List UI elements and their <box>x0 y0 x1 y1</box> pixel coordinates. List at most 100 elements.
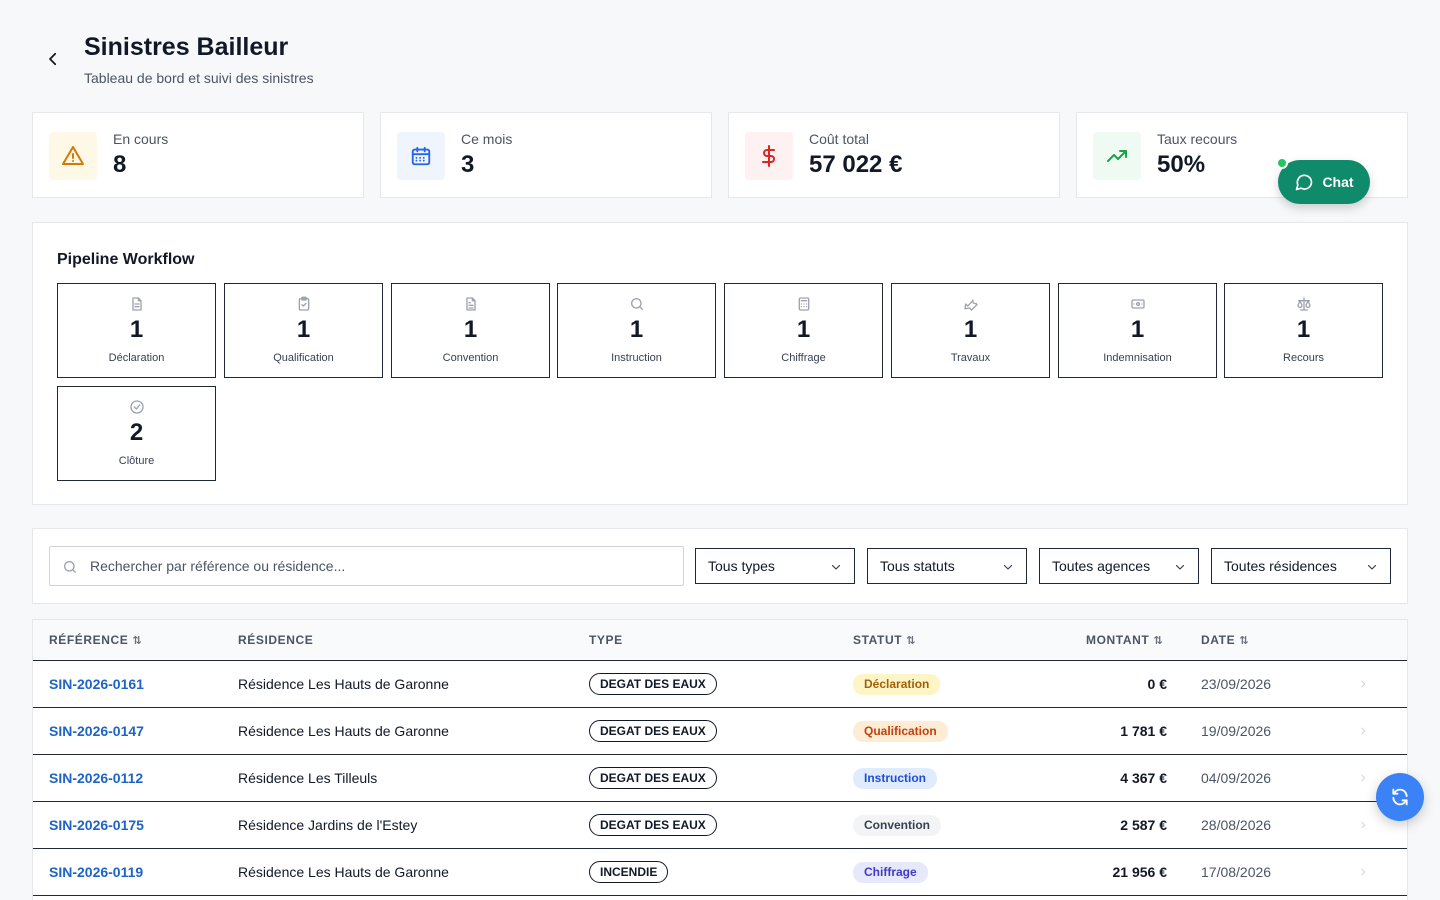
date-cell: 19/09/2026 <box>1201 723 1272 739</box>
stage-label: Convention <box>442 352 499 364</box>
amount-cell: 2 587 € <box>1120 817 1167 833</box>
type-filter-select[interactable]: Tous types <box>695 548 855 584</box>
stage-label: Qualification <box>273 352 334 364</box>
column-header-date[interactable]: DATE ⇅ <box>1201 633 1248 647</box>
stat-card-cout-total: Coût total 57 022 € <box>728 112 1060 198</box>
pipeline-stage-chiffrage[interactable]: 1 Chiffrage <box>724 283 883 378</box>
chevron-down-icon <box>1003 564 1013 570</box>
search-box <box>49 546 684 586</box>
file-text-icon <box>465 297 476 311</box>
search-icon <box>630 298 643 310</box>
check-circle-icon <box>129 400 144 414</box>
stat-label: Taux recours <box>1157 131 1238 147</box>
chevron-right-icon <box>1361 774 1366 782</box>
table-row[interactable]: SIN-2026-0119 Résidence Les Hauts de Gar… <box>33 849 1407 896</box>
residence-cell: Résidence Les Tilleuls <box>238 770 378 786</box>
pipeline-stage-indemnisation[interactable]: 1 Indemnisation <box>1058 283 1217 378</box>
residence-filter-select[interactable]: Toutes résidences <box>1211 548 1391 584</box>
stat-value: 8 <box>113 151 127 178</box>
residence-cell: Résidence Les Hauts de Garonne <box>238 864 449 880</box>
select-value: Tous types <box>708 558 775 574</box>
stage-label: Clôture <box>118 455 155 467</box>
wrench-icon <box>963 299 978 311</box>
pipeline-stage-qualification[interactable]: 1 Qualification <box>224 283 383 378</box>
table-row[interactable]: SIN-2026-0175 Résidence Jardins de l'Est… <box>33 802 1407 849</box>
search-input[interactable] <box>90 547 675 585</box>
chevron-right-icon <box>1361 868 1366 876</box>
amount-cell: 1 781 € <box>1120 723 1167 739</box>
table-row[interactable]: SIN-2026-0161 Résidence Les Hauts de Gar… <box>33 661 1407 708</box>
date-cell: 28/08/2026 <box>1201 817 1272 833</box>
banknote-icon <box>1130 299 1145 309</box>
scale-icon <box>1296 297 1311 311</box>
clipboard-check-icon <box>298 296 309 311</box>
column-header-amount[interactable]: MONTANT ⇅ <box>1086 633 1163 647</box>
amount-cell: 4 367 € <box>1120 770 1167 786</box>
stat-card-ce-mois: Ce mois 3 <box>380 112 712 198</box>
reference-link[interactable]: SIN-2026-0175 <box>49 817 144 833</box>
pipeline-title: Pipeline Workflow <box>57 251 195 268</box>
column-header-status[interactable]: STATUT ⇅ <box>853 633 915 647</box>
stage-count: 2 <box>129 419 144 446</box>
type-badge: INCENDIE <box>589 861 669 883</box>
residence-cell: Résidence Les Hauts de Garonne <box>238 676 449 692</box>
reference-link[interactable]: SIN-2026-0161 <box>49 676 144 692</box>
calculator-icon <box>798 297 809 311</box>
refresh-icon <box>1392 788 1408 806</box>
chat-button[interactable]: Chat <box>1278 160 1370 204</box>
amount-cell: 21 956 € <box>1112 864 1168 880</box>
online-indicator <box>1276 157 1288 169</box>
chevron-down-icon <box>831 564 841 570</box>
stage-count: 1 <box>963 316 978 343</box>
residence-cell: Résidence Les Hauts de Garonne <box>238 723 449 739</box>
status-badge: Convention <box>853 815 941 836</box>
select-value: Tous statuts <box>880 558 955 574</box>
stage-count: 1 <box>296 316 311 343</box>
sort-icon: ⇅ <box>1153 635 1163 647</box>
chat-label: Chat <box>1322 174 1354 190</box>
table-header: RÉFÉRENCE ⇅ RÉSIDENCE TYPE STATUT ⇅ MONTAN… <box>33 620 1407 661</box>
sort-icon: ⇅ <box>906 635 916 647</box>
table-row[interactable]: SIN-2026-0147 Résidence Les Hauts de Gar… <box>33 708 1407 755</box>
calendar-icon <box>397 132 445 180</box>
stage-label: Travaux <box>950 352 991 364</box>
claims-table: RÉFÉRENCE ⇅ RÉSIDENCE TYPE STATUT ⇅ MONTAN… <box>32 619 1408 900</box>
stage-label: Déclaration <box>108 352 165 364</box>
stage-count: 1 <box>1130 316 1145 343</box>
back-arrow-icon[interactable] <box>44 50 62 68</box>
stage-count: 1 <box>1296 316 1311 343</box>
status-filter-select[interactable]: Tous statuts <box>867 548 1027 584</box>
pipeline-stage-declaration[interactable]: 1 Déclaration <box>57 283 216 378</box>
chevron-right-icon <box>1361 680 1366 688</box>
pipeline-stage-recours[interactable]: 1 Recours <box>1224 283 1383 378</box>
table-row[interactable]: SIN-2026-0112 Résidence Les Tilleuls DEG… <box>33 755 1407 802</box>
search-icon <box>63 561 76 573</box>
stats-row: En cours 8 Ce mois 3 Coût total 57 022 €… <box>32 112 1408 198</box>
type-badge: DEGAT DES EAUX <box>589 814 717 836</box>
refresh-button[interactable] <box>1376 773 1424 821</box>
pipeline-stage-cloture[interactable]: 2 Clôture <box>57 386 216 481</box>
pipeline-stage-travaux[interactable]: 1 Travaux <box>891 283 1050 378</box>
pipeline-stage-instruction[interactable]: 1 Instruction <box>557 283 716 378</box>
chevron-down-icon <box>1367 564 1377 570</box>
reference-link[interactable]: SIN-2026-0147 <box>49 723 144 739</box>
file-icon <box>131 297 142 311</box>
trending-up-icon <box>1093 132 1141 180</box>
stage-label: Instruction <box>611 352 662 364</box>
stage-label: Recours <box>1283 352 1324 364</box>
select-value: Toutes résidences <box>1224 558 1337 574</box>
column-header-reference[interactable]: RÉFÉRENCE ⇅ <box>49 633 142 647</box>
column-header-residence: RÉSIDENCE <box>238 633 314 647</box>
date-cell: 04/09/2026 <box>1201 770 1272 786</box>
reference-link[interactable]: SIN-2026-0119 <box>49 864 143 880</box>
stat-value: 57 022 € <box>809 151 903 178</box>
date-cell: 17/08/2026 <box>1201 864 1272 880</box>
pipeline-stage-convention[interactable]: 1 Convention <box>391 283 550 378</box>
stat-label: En cours <box>113 131 169 147</box>
chevron-down-icon <box>1175 564 1185 570</box>
type-badge: DEGAT DES EAUX <box>589 673 717 695</box>
status-badge: Chiffrage <box>853 862 928 883</box>
stage-count: 1 <box>629 316 644 343</box>
agency-filter-select[interactable]: Toutes agences <box>1039 548 1199 584</box>
reference-link[interactable]: SIN-2026-0112 <box>49 770 143 786</box>
